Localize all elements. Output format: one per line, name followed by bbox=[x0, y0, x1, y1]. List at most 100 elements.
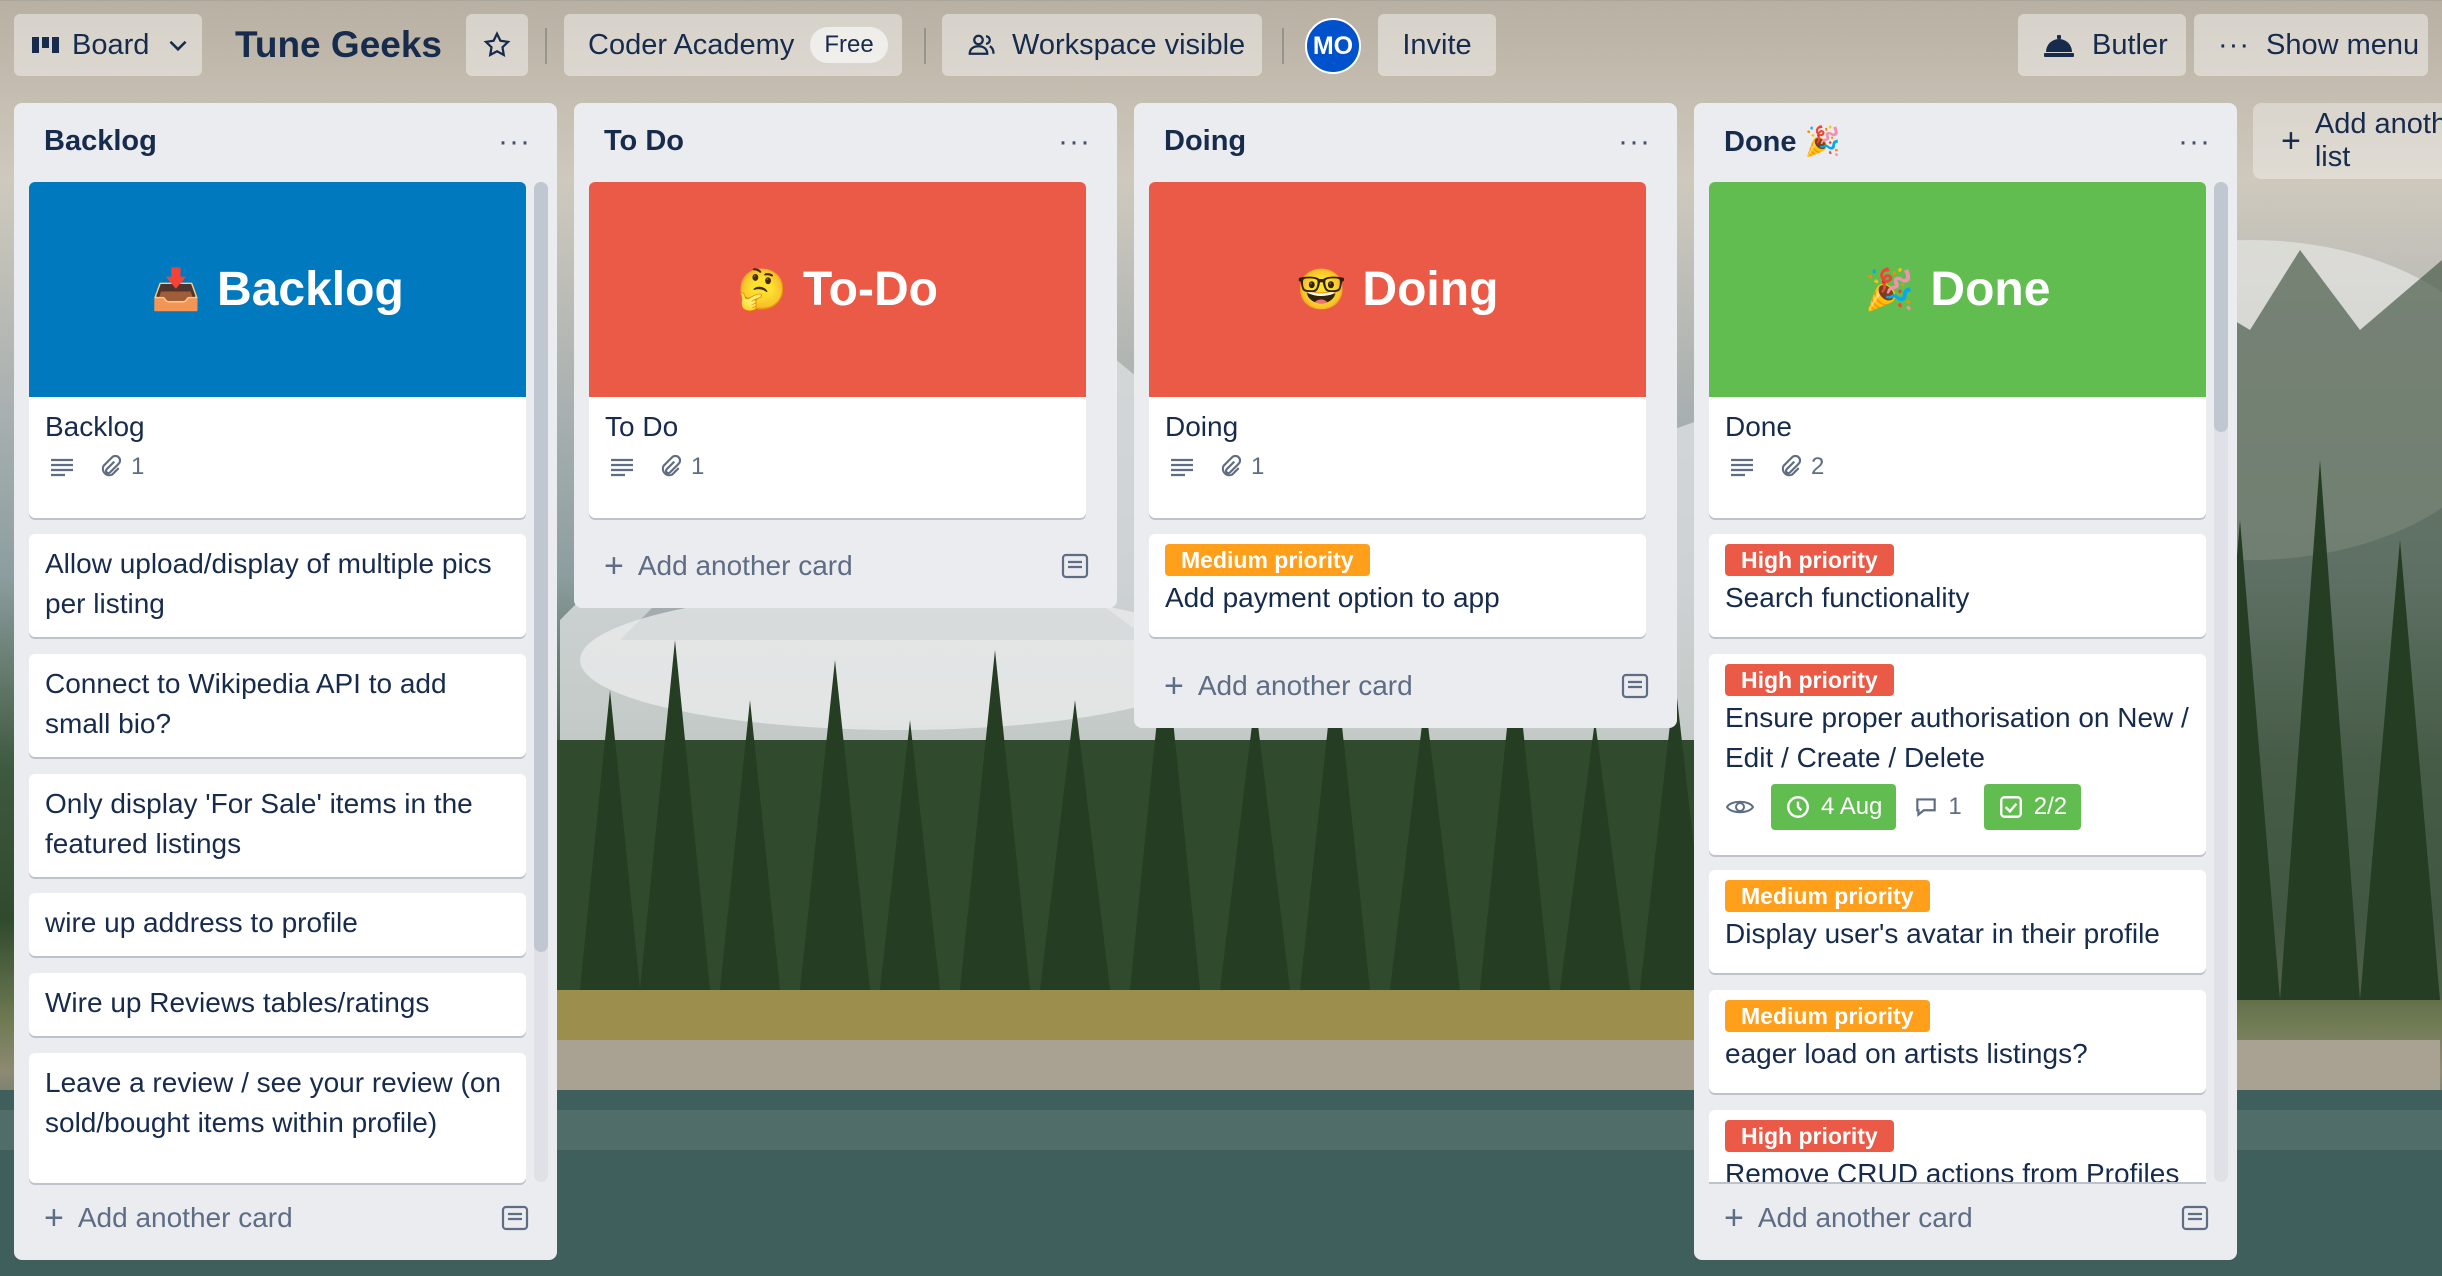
list-scrollbar[interactable] bbox=[534, 182, 548, 1182]
chevron-down-icon bbox=[169, 40, 187, 52]
list-scrollbar[interactable] bbox=[2214, 182, 2228, 1182]
list-item[interactable]: High priority Search functionality bbox=[1709, 534, 2206, 637]
card-badges: 2 bbox=[1709, 447, 2206, 487]
people-icon bbox=[968, 34, 995, 55]
card-template-icon[interactable] bbox=[2181, 1196, 2209, 1240]
description-icon bbox=[609, 456, 635, 478]
priority-label[interactable]: Medium priority bbox=[1725, 880, 1930, 912]
cover-card[interactable]: 🎉 Done Done 2 bbox=[1709, 182, 2206, 518]
description-icon bbox=[49, 456, 75, 478]
clock-icon bbox=[1787, 796, 1809, 818]
priority-label[interactable]: Medium priority bbox=[1165, 544, 1370, 576]
workspace-button[interactable]: Coder Academy Free bbox=[564, 14, 902, 76]
card-template-icon[interactable] bbox=[1621, 664, 1649, 708]
card-template-icon[interactable] bbox=[501, 1196, 529, 1240]
show-menu-button[interactable]: ··· Show menu bbox=[2194, 14, 2428, 76]
header-divider bbox=[1282, 28, 1284, 64]
add-list-button[interactable]: + Add another list bbox=[2253, 103, 2442, 179]
add-card-button[interactable]: + Add another card bbox=[1164, 664, 1413, 708]
list-item[interactable]: Medium priority Add payment option to ap… bbox=[1149, 534, 1646, 637]
board-title[interactable]: Tune Geeks bbox=[235, 14, 442, 76]
card-title: Ensure proper authorisation on New / Edi… bbox=[1725, 702, 2189, 773]
priority-label[interactable]: High priority bbox=[1725, 1120, 1894, 1152]
card-title: Connect to Wikipedia API to add small bi… bbox=[45, 668, 447, 739]
cover-text: Backlog bbox=[217, 263, 404, 316]
list-header[interactable]: Done 🎉 ··· bbox=[1694, 103, 2237, 181]
description-icon bbox=[1169, 456, 1195, 478]
invite-button[interactable]: Invite bbox=[1378, 14, 1496, 76]
card-cover: 🎉 Done bbox=[1709, 182, 2206, 397]
card-title: Done bbox=[1725, 411, 1792, 442]
card-cover: 📥 Backlog bbox=[29, 182, 526, 397]
card-title: Wire up Reviews tables/ratings bbox=[45, 987, 430, 1018]
card-badges: 1 bbox=[589, 447, 1086, 487]
visibility-button[interactable]: Workspace visible bbox=[942, 14, 1262, 76]
attachment-count: 1 bbox=[1251, 453, 1265, 480]
due-date-badge[interactable]: 4 Aug bbox=[1771, 784, 1897, 830]
due-date: 4 Aug bbox=[1821, 793, 1883, 820]
star-board-button[interactable] bbox=[466, 14, 528, 76]
thinking-emoji-icon: 🤔 bbox=[737, 268, 787, 312]
priority-label[interactable]: High priority bbox=[1725, 544, 1894, 576]
scrollbar-thumb[interactable] bbox=[2214, 182, 2228, 432]
inbox-emoji-icon: 📥 bbox=[151, 268, 202, 312]
add-card-button[interactable]: + Add another card bbox=[44, 1196, 293, 1240]
board-view-switcher[interactable]: Board bbox=[14, 14, 202, 76]
list-title[interactable]: Done 🎉 bbox=[1724, 125, 1841, 159]
scrollbar-thumb[interactable] bbox=[534, 182, 548, 952]
checklist-badge[interactable]: 2/2 bbox=[1983, 784, 2082, 830]
list-item[interactable]: wire up address to profile bbox=[29, 893, 526, 956]
card-template-icon[interactable] bbox=[1061, 544, 1089, 588]
priority-label[interactable]: Medium priority bbox=[1725, 1000, 1930, 1032]
list-item[interactable]: Medium priority Display user's avatar in… bbox=[1709, 870, 2206, 973]
list-title[interactable]: To Do bbox=[604, 125, 684, 158]
card-title: Backlog bbox=[45, 411, 145, 442]
list-header[interactable]: To Do ··· bbox=[574, 103, 1117, 181]
card-badges: 1 bbox=[1149, 447, 1646, 487]
list-item[interactable]: Wire up Reviews tables/ratings bbox=[29, 973, 526, 1036]
cover-card[interactable]: 🤓 Doing Doing 1 bbox=[1149, 182, 1646, 518]
list-item[interactable]: Allow upload/display of multiple pics pe… bbox=[29, 534, 526, 637]
cover-card[interactable]: 🤔 To-Do To Do 1 bbox=[589, 182, 1086, 518]
list-backlog: Backlog ··· 📥 Backlog Backlog 1 Allow up… bbox=[14, 103, 557, 1260]
star-icon bbox=[483, 31, 511, 57]
list-menu-icon[interactable]: ··· bbox=[498, 125, 531, 159]
list-item[interactable]: Medium priority eager load on artists li… bbox=[1709, 990, 2206, 1093]
list-item[interactable]: High priority Ensure proper authorisatio… bbox=[1709, 654, 2206, 855]
card-title: To Do bbox=[605, 411, 679, 442]
list-header[interactable]: Backlog ··· bbox=[14, 103, 557, 181]
attachment-badge: 1 bbox=[1217, 453, 1264, 481]
plus-icon: + bbox=[44, 1199, 64, 1237]
list-title[interactable]: Doing bbox=[1164, 125, 1246, 158]
card-title: Display user's avatar in their profile bbox=[1725, 918, 2160, 949]
list-header[interactable]: Doing ··· bbox=[1134, 103, 1677, 181]
plus-icon: + bbox=[604, 547, 624, 585]
list-item[interactable]: Leave a review / see your review (on sol… bbox=[29, 1053, 526, 1183]
list-menu-icon[interactable]: ··· bbox=[1618, 125, 1651, 159]
card-title: Doing bbox=[1165, 411, 1239, 442]
cover-text: Done bbox=[1930, 263, 2051, 316]
butler-button[interactable]: Butler bbox=[2018, 14, 2186, 76]
checklist-progress: 2/2 bbox=[2033, 793, 2068, 820]
list-doing: Doing ··· 🤓 Doing Doing 1 Medium priorit… bbox=[1134, 103, 1677, 728]
list-item[interactable]: Connect to Wikipedia API to add small bi… bbox=[29, 654, 526, 757]
add-card-label: Add another card bbox=[1757, 1202, 1973, 1233]
show-menu-label: Show menu bbox=[2265, 28, 2420, 61]
attachment-badge: 1 bbox=[97, 453, 144, 481]
add-card-button[interactable]: + Add another card bbox=[604, 544, 853, 588]
nerd-emoji-icon: 🤓 bbox=[1296, 268, 1347, 312]
list-item[interactable]: Only display 'For Sale' items in the fea… bbox=[29, 774, 526, 877]
attachment-count: 2 bbox=[1811, 453, 1825, 480]
comment-count: 1 bbox=[1948, 793, 1962, 820]
list-title[interactable]: Backlog bbox=[44, 125, 157, 158]
checkbox-icon bbox=[1999, 796, 2022, 818]
priority-label[interactable]: High priority bbox=[1725, 664, 1894, 696]
list-menu-icon[interactable]: ··· bbox=[2178, 125, 2211, 159]
card-title: Add payment option to app bbox=[1165, 582, 1500, 613]
list-menu-icon[interactable]: ··· bbox=[1058, 125, 1091, 159]
card-title: Allow upload/display of multiple pics pe… bbox=[45, 548, 492, 619]
list-item[interactable]: High priority Remove CRUD actions from P… bbox=[1709, 1110, 2206, 1182]
add-card-button[interactable]: + Add another card bbox=[1724, 1196, 1973, 1240]
avatar[interactable]: MO bbox=[1305, 18, 1361, 74]
cover-card[interactable]: 📥 Backlog Backlog 1 bbox=[29, 182, 526, 518]
